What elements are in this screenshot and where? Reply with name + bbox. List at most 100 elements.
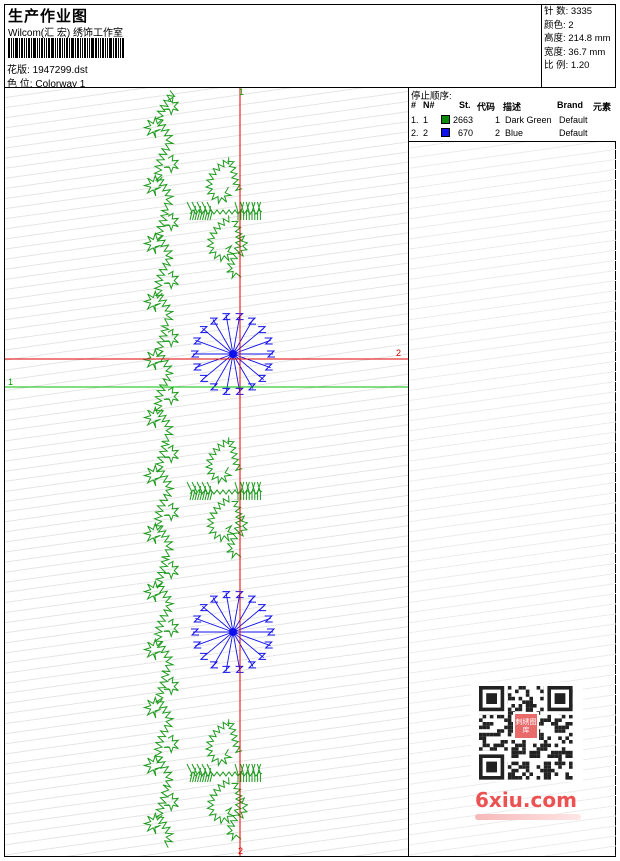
qr-module [543, 761, 548, 766]
qr-module [522, 743, 526, 748]
motif-left-fan [209, 491, 213, 501]
row2-code: 2 [495, 128, 501, 138]
qr-module [533, 704, 537, 708]
stat-colors: 颜色: 2 [544, 19, 574, 31]
header: 生产作业图 Wilcom(汇 宏) 绣饰工作室 花版: 1947299.dst … [4, 4, 616, 90]
burst-tip [247, 595, 257, 603]
row1-st: 2663 [453, 115, 474, 125]
qr-module [522, 740, 526, 744]
stop-sequence-box: 停止顺序: # N# St. 代码 描述 Brand 元素 1. 1 2663 … [409, 88, 616, 142]
qr-module [543, 743, 548, 748]
embroidery-artwork [5, 88, 408, 856]
qr-module [536, 747, 541, 751]
motif-left-fan [192, 491, 195, 501]
qr-module [515, 750, 519, 755]
qr-module [547, 754, 551, 758]
qr-module [536, 686, 541, 690]
qr-module [558, 758, 562, 762]
qr-module [507, 711, 512, 715]
qr-module [558, 761, 562, 766]
qr-module [482, 740, 487, 744]
stats-box: 针 数: 3335 颜色: 2 高度: 214.8 mm 宽度: 36.7 mm… [541, 4, 616, 88]
axis-v-top-label: 1 [239, 88, 245, 97]
vine-curl-small [163, 154, 180, 175]
qr-module [489, 747, 494, 751]
qr-module [558, 718, 562, 722]
qr-module [486, 725, 490, 730]
burst-tip [199, 652, 209, 660]
vine-curl [142, 521, 163, 545]
col-st: St. [459, 100, 471, 110]
qr-module [489, 714, 494, 719]
qr-module [565, 725, 569, 730]
qr-module [497, 729, 501, 733]
qr-module [540, 732, 544, 737]
motif-left-fan [192, 773, 195, 783]
qr-module [565, 736, 569, 740]
col-desc: 描述 [503, 102, 522, 112]
qr-finder [486, 693, 497, 704]
qr-module [547, 768, 551, 773]
vine-curl-small [163, 270, 180, 291]
qr-module [507, 772, 512, 776]
qr-module [482, 743, 487, 748]
qr-module [511, 754, 515, 758]
qr-module [518, 707, 523, 712]
burst-tip [264, 641, 273, 649]
burst-tip [257, 604, 267, 612]
qr-module [543, 747, 548, 751]
qr-module [518, 765, 523, 769]
qr-module [507, 732, 512, 737]
qr-module [486, 743, 490, 748]
qr-module [565, 750, 569, 755]
qr-module [522, 700, 526, 704]
vine-curl [142, 753, 163, 777]
motif-left-fan [197, 491, 200, 501]
info-panel: 停止顺序: # N# St. 代码 描述 Brand 元素 1. 1 2663 … [408, 88, 616, 856]
qr-module [558, 729, 562, 733]
qr-module [533, 743, 537, 748]
qr-module [515, 707, 519, 712]
qr-module [511, 768, 515, 773]
qr-module [500, 729, 505, 733]
qr-module [522, 750, 526, 755]
qr-module [554, 761, 559, 766]
row1-desc: Dark Green [505, 115, 552, 125]
qr-module [511, 740, 515, 744]
qr-module [511, 696, 515, 701]
qr-module [543, 718, 548, 722]
burst-tip [193, 641, 202, 649]
qr-module [504, 718, 508, 722]
qr-module [507, 729, 512, 733]
qr-module [500, 743, 505, 748]
qr-module [504, 725, 508, 730]
embroidery-canvas[interactable]: 1 2 1 2 [5, 88, 408, 856]
motif-lower-leaf [206, 215, 235, 263]
vine-curl-small [163, 502, 180, 523]
stat-scale: 比 例: 1.20 [544, 60, 590, 71]
qr-module [554, 743, 559, 748]
qr-module [569, 722, 573, 726]
qr-module [554, 750, 559, 755]
burst-tip [257, 326, 267, 334]
burst-tip [193, 363, 202, 371]
row2-brand: Default [559, 128, 588, 138]
qr-module [518, 686, 523, 690]
qr-module [507, 686, 512, 690]
vine-curl-small [163, 560, 180, 581]
stat-width: 宽度: 36.7 mm [544, 46, 606, 58]
burst-center [229, 350, 237, 358]
burst-tip [247, 317, 257, 325]
qr-module [507, 725, 512, 730]
qr-module [543, 768, 548, 773]
qr-module [547, 772, 551, 776]
qr-module [486, 732, 490, 737]
col-n: N# [423, 100, 435, 110]
qr-module [569, 740, 573, 744]
burst-tip [199, 374, 209, 382]
qr-module [540, 696, 544, 701]
qr-badge: 刺绣图库 [513, 712, 539, 740]
qr-module [525, 707, 530, 712]
axis-v-bottom-label: 2 [238, 846, 244, 856]
qr-module [497, 743, 501, 748]
